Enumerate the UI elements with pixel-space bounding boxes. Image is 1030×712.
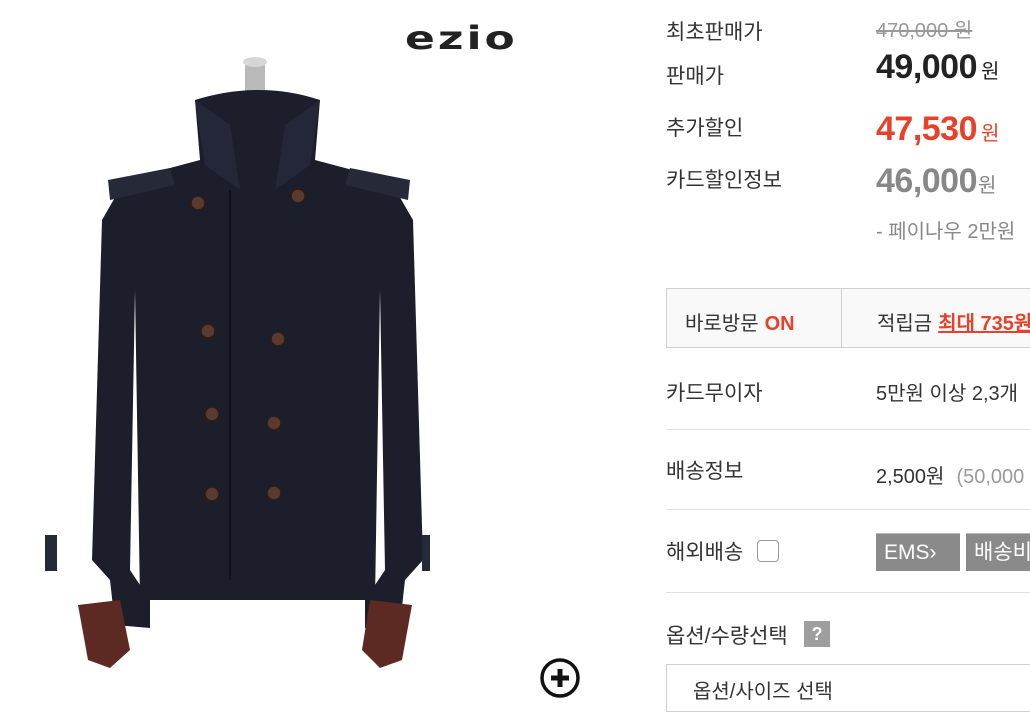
extra-discount-unit: 원	[981, 123, 1000, 145]
sale-price-value: 49,000	[876, 48, 978, 86]
points-info: 적립금 최대 735원	[877, 307, 1030, 336]
direct-visit-label: 바로방문	[685, 313, 759, 335]
points-label: 적립금	[877, 313, 933, 335]
extra-discount-price: 47,530 원	[876, 110, 999, 149]
shipping-label: 배송정보	[666, 460, 744, 483]
overseas-shipping-label: 해외배송	[666, 541, 744, 564]
shipping-note: (50,000	[956, 466, 1025, 488]
card-discount-unit: 원	[978, 175, 997, 197]
option-select-placeholder: 옵션/사이즈 선택	[693, 681, 833, 703]
card-discount-price: 46,000원	[876, 162, 996, 201]
sale-price-unit: 원	[981, 61, 1000, 83]
ems-button[interactable]: EMS›	[876, 533, 960, 571]
overseas-shipping-checkbox[interactable]	[757, 540, 779, 562]
card-discount-note: - 페이나우 2만원	[876, 221, 1016, 243]
card-discount-value: 46,000	[876, 162, 978, 200]
card-discount-label: 카드할인정보	[666, 169, 782, 192]
extra-discount-label: 추가할인	[666, 117, 744, 140]
installment-label: 카드무이자	[666, 382, 763, 405]
original-price-label: 최초판매가	[666, 21, 763, 44]
divider	[666, 592, 1030, 593]
divider	[666, 429, 1030, 430]
installment-value: 5만원 이상 2,3개	[876, 383, 1019, 405]
option-size-select[interactable]: 옵션/사이즈 선택	[666, 664, 1030, 712]
shipping-info: 2,500원 (50,000	[876, 460, 1024, 489]
visit-points-box: 바로방문 ON 적립금 최대 735원	[666, 288, 1030, 348]
shipping-fee: 2,500원	[876, 466, 945, 488]
option-quantity-label: 옵션/수량선택	[666, 625, 788, 648]
help-icon[interactable]: ?	[804, 621, 830, 647]
product-image: ezio	[0, 0, 610, 712]
visit-divider	[841, 289, 842, 347]
sale-price-label: 판매가	[666, 65, 724, 88]
zoom-button[interactable]	[540, 658, 580, 698]
original-price-value: 470,000 원	[876, 20, 973, 42]
sale-price: 49,000 원	[876, 48, 999, 87]
direct-visit-status: ON	[764, 313, 795, 335]
shipping-fee-button[interactable]: 배송비	[966, 533, 1030, 571]
points-value-link[interactable]: 최대 735원	[938, 313, 1030, 335]
coat-photo	[45, 57, 430, 668]
extra-discount-value: 47,530	[876, 110, 978, 148]
divider	[666, 509, 1030, 510]
direct-visit[interactable]: 바로방문 ON	[685, 307, 795, 336]
